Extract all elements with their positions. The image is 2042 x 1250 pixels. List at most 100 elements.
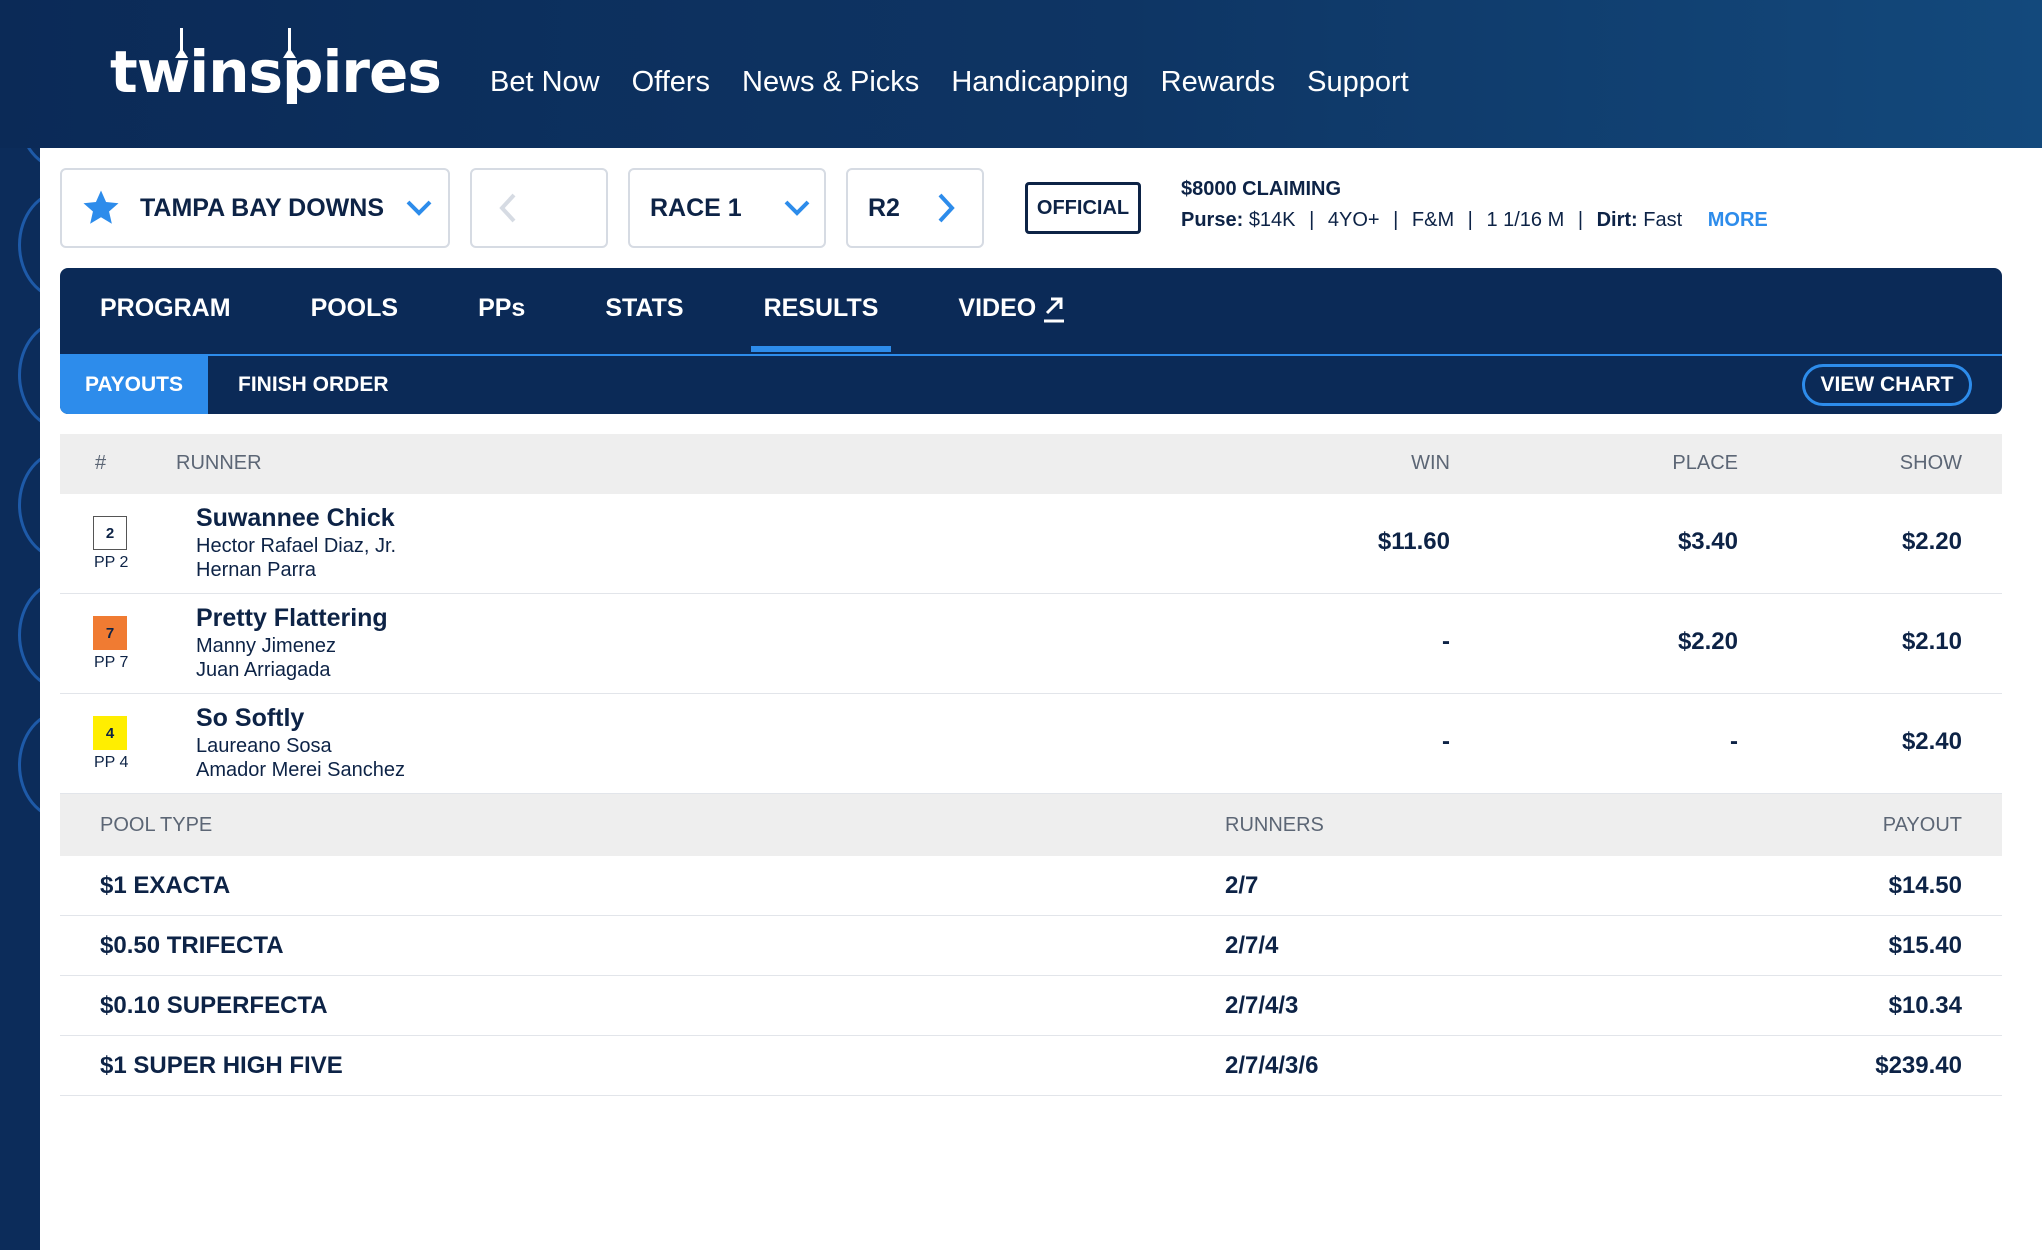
table-row: $0.50 TRIFECTA 2/7/4 $15.40: [60, 916, 2002, 976]
runner-name[interactable]: Suwannee Chick: [196, 504, 395, 533]
next-race-button[interactable]: R2: [846, 168, 984, 248]
tab-label: POOLS: [310, 294, 399, 322]
show-payout: $2.10: [1901, 628, 1962, 655]
post-position-badge: 7: [93, 616, 127, 650]
col-pool-type: POOL TYPE: [100, 814, 213, 836]
runner-name[interactable]: Pretty Flattering: [196, 604, 388, 633]
separator: |: [1467, 209, 1473, 231]
pool-payout: $10.34: [1888, 992, 1962, 1019]
chevron-down-icon: [406, 200, 432, 216]
pool-runners: 2/7/4: [1225, 932, 1279, 959]
col-runner: RUNNER: [176, 452, 262, 474]
purse-label: Purse:: [1181, 209, 1244, 231]
tab-stats[interactable]: STATS: [605, 294, 683, 352]
post-position-badge: 4: [93, 716, 127, 750]
pool-payout: $15.40: [1888, 932, 1962, 959]
nav-support[interactable]: Support: [1307, 66, 1409, 99]
tab-pools[interactable]: POOLS: [311, 294, 399, 352]
separator: |: [1309, 209, 1315, 231]
pool-type: $1 SUPER HIGH FIVE: [100, 1052, 343, 1079]
nav-news-picks[interactable]: News & Picks: [742, 66, 919, 99]
external-link-icon: [1044, 297, 1065, 323]
more-link[interactable]: MORE: [1708, 209, 1768, 231]
race-info: $8000 CLAIMING Purse: $14K | 4YO+ | F&M …: [1181, 178, 1776, 232]
race-tabs-bar: PROGRAM POOLS PPs STATS RESULTS VIDEO PA…: [60, 268, 2002, 414]
pool-payout: $14.50: [1888, 872, 1962, 899]
jockey-name: Laureano Sosa: [196, 735, 332, 757]
runners-table-header: # RUNNER WIN PLACE SHOW: [60, 434, 2002, 494]
show-payout: $2.20: [1901, 528, 1962, 555]
table-row[interactable]: 2 PP 2 Suwannee Chick Hector Rafael Diaz…: [60, 494, 2002, 594]
place-payout: $2.20: [1677, 628, 1738, 655]
tab-label: PROGRAM: [100, 294, 231, 322]
jockey-name: Hector Rafael Diaz, Jr.: [196, 535, 397, 557]
race-distance: 1 1/16 M: [1486, 209, 1565, 231]
decor-arc: [18, 450, 40, 560]
decor-arc: [18, 580, 40, 690]
col-runners: RUNNERS: [1225, 814, 1324, 836]
runner-name[interactable]: So Softly: [196, 704, 304, 733]
place-payout: $3.40: [1677, 528, 1738, 555]
sex-restriction: F&M: [1411, 209, 1455, 231]
trainer-name: Hernan Parra: [196, 559, 317, 581]
next-race-label: R2: [868, 193, 900, 222]
col-show: SHOW: [1899, 452, 1962, 474]
pool-runners: 2/7/4/3/6: [1225, 1052, 1319, 1079]
logo-text: twinspires: [110, 38, 442, 106]
tab-label: PPs: [478, 294, 526, 322]
win-payout: $11.60: [1377, 528, 1450, 555]
tab-label: RESULTS: [763, 294, 879, 322]
surface-label: Dirt:: [1596, 209, 1638, 231]
pool-payout: $239.40: [1875, 1052, 1962, 1079]
pp-label: PP 7: [94, 654, 129, 671]
pool-runners: 2/7/4/3: [1225, 992, 1299, 1019]
col-payout: PAYOUT: [1882, 814, 1962, 836]
separator: |: [1577, 209, 1584, 231]
top-nav: Bet Now Offers News & Picks Handicapping…: [490, 66, 1409, 99]
separator: |: [1393, 209, 1399, 231]
jockey-name: Manny Jimenez: [196, 635, 337, 657]
race-label: RACE 1: [650, 193, 742, 222]
view-chart-button[interactable]: VIEW CHART: [1802, 364, 1972, 406]
col-win: WIN: [1411, 452, 1450, 474]
nav-rewards[interactable]: Rewards: [1161, 66, 1275, 99]
table-row: $0.10 SUPERFECTA 2/7/4/3 $10.34: [60, 976, 2002, 1036]
show-payout: $2.40: [1901, 728, 1962, 755]
table-row: $1 EXACTA 2/7 $14.50: [60, 856, 2002, 916]
race-selector[interactable]: RACE 1: [628, 168, 826, 248]
table-row[interactable]: 4 PP 4 So Softly Laureano Sosa Amador Me…: [60, 694, 2002, 794]
col-place: PLACE: [1672, 452, 1738, 474]
subtab-payouts[interactable]: PAYOUTS: [60, 356, 208, 414]
nav-handicapping[interactable]: Handicapping: [951, 66, 1128, 99]
tab-pps[interactable]: PPs: [478, 294, 525, 352]
tab-results[interactable]: RESULTS: [750, 294, 892, 352]
pool-runners: 2/7: [1225, 872, 1259, 899]
track-selector[interactable]: TAMPA BAY DOWNS: [60, 168, 450, 248]
subtab-finish-order[interactable]: FINISH ORDER: [238, 356, 389, 414]
track-name: TAMPA BAY DOWNS: [140, 193, 384, 222]
table-row[interactable]: 7 PP 7 Pretty Flattering Manny Jimenez J…: [60, 594, 2002, 694]
favorite-star-icon[interactable]: [80, 187, 122, 229]
left-decor-strip: [0, 0, 40, 1250]
table-row: $1 SUPER HIGH FIVE 2/7/4/3/6 $239.40: [60, 1036, 2002, 1096]
win-payout: -: [1442, 728, 1450, 755]
decor-arc: [18, 190, 40, 300]
nav-offers[interactable]: Offers: [632, 66, 710, 99]
main-panel: TAMPA BAY DOWNS RACE 1 R2 OFFICIAL $8000…: [40, 148, 2042, 1250]
tab-program[interactable]: PROGRAM: [100, 294, 231, 352]
chevron-down-icon: [784, 200, 810, 216]
purse-value: $14K: [1248, 209, 1296, 231]
pp-label: PP 4: [94, 754, 129, 771]
pool-type: $1 EXACTA: [100, 872, 231, 899]
site-header: twinspires Bet Now Offers News & Picks H…: [0, 0, 2042, 148]
tab-label: STATS: [605, 294, 684, 322]
nav-bet-now[interactable]: Bet Now: [490, 66, 600, 99]
tab-video[interactable]: VIDEO: [958, 294, 1066, 352]
col-number: #: [95, 452, 107, 474]
race-type: $8000 CLAIMING: [1181, 178, 1342, 200]
place-payout: -: [1730, 728, 1738, 755]
twinspires-logo[interactable]: twinspires: [110, 28, 442, 118]
prev-race-button[interactable]: [470, 168, 608, 248]
track-condition: Fast: [1643, 209, 1683, 231]
spire-icon: [180, 28, 183, 54]
